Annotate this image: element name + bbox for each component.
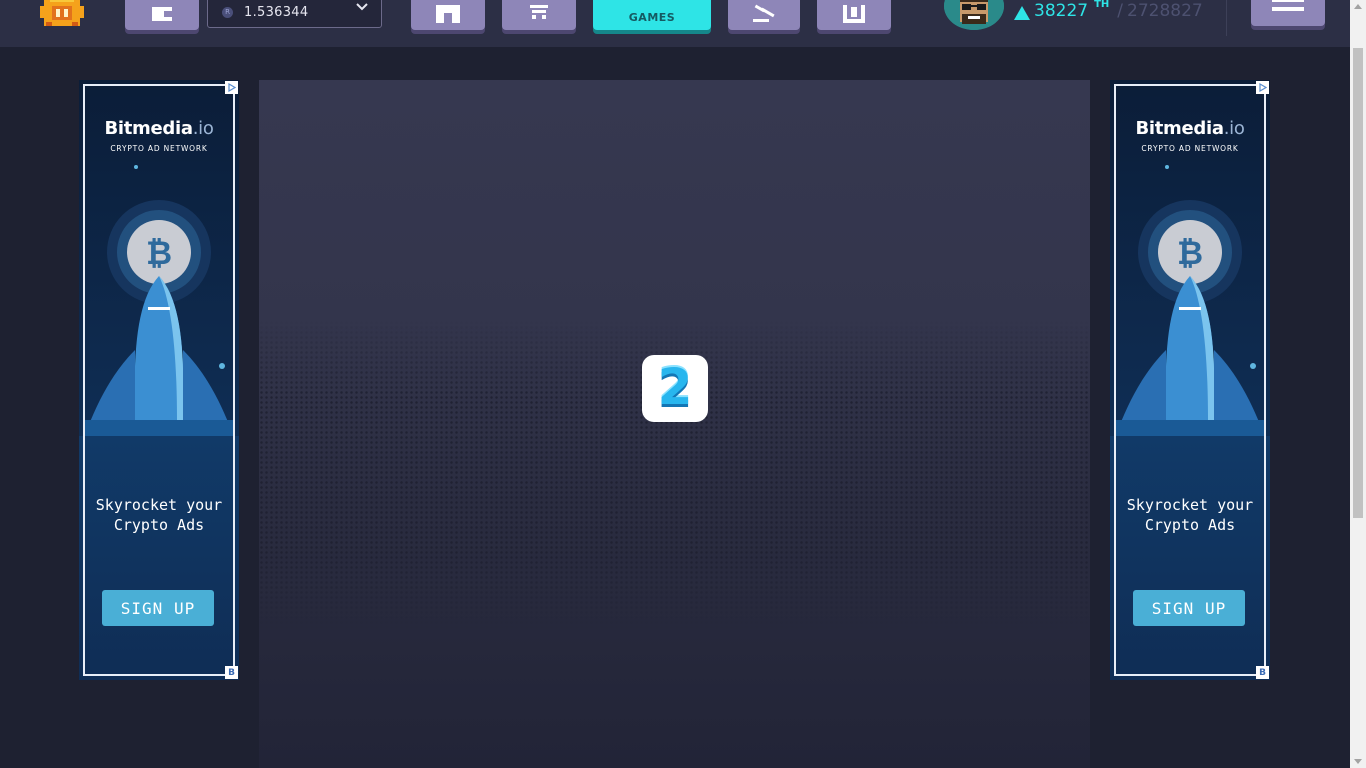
power-total: 2728827 [1127, 1, 1203, 21]
scroll-down-arrow-icon[interactable] [1354, 759, 1362, 764]
nav-home-button[interactable] [411, 0, 485, 30]
chevron-down-icon [356, 3, 368, 11]
ad-signup-button[interactable]: SIGN UP [102, 590, 214, 626]
ad-border [1114, 84, 1266, 676]
header-divider [1226, 0, 1227, 36]
left-ad-banner[interactable]: ₿ Bitmedia.io CRYPTO AD NETWORK Skyrocke… [79, 80, 239, 680]
cart-icon [530, 5, 548, 19]
top-header: R 1.536344 GAMES 38227 TH / 2728827 [0, 0, 1350, 47]
power-up-icon [1014, 6, 1030, 20]
rlt-coin-icon: R [222, 6, 233, 18]
countdown-badge: 2 [642, 355, 708, 422]
scroll-up-arrow-icon[interactable] [1354, 4, 1362, 9]
currency-balance-select[interactable]: R 1.536344 [207, 0, 382, 28]
ad-tagline: CRYPTO AD NETWORK [1141, 144, 1239, 153]
game-logo-icon[interactable] [38, 0, 86, 30]
hash-power-display: 38227 TH / 2728827 [1014, 0, 1203, 24]
countdown-number: 2 [657, 358, 693, 416]
nav-auction-button[interactable] [728, 0, 800, 30]
nav-games-button[interactable]: GAMES [593, 0, 711, 30]
ad-network-badge[interactable]: B [225, 666, 238, 679]
hamburger-menu-line [1272, 7, 1304, 11]
ad-headline: Skyrocket your Crypto Ads [95, 496, 223, 534]
storage-icon [843, 5, 865, 23]
ad-choices-icon[interactable] [1256, 81, 1269, 94]
power-unit: TH [1094, 0, 1110, 10]
right-ad-banner[interactable]: ₿ Bitmedia.io CRYPTO AD NETWORK Skyrocke… [1110, 80, 1270, 680]
balance-value: 1.536344 [244, 4, 309, 20]
gamepad-icon [652, 12, 653, 13]
user-avatar[interactable] [944, 0, 1004, 30]
ad-brand-logo: Bitmedia.io [104, 118, 214, 139]
game-canvas[interactable]: 2 [259, 80, 1090, 768]
nav-storage-button[interactable] [817, 0, 891, 30]
ad-headline: Skyrocket your Crypto Ads [1126, 496, 1254, 534]
wallet-icon [152, 7, 172, 21]
ad-signup-button[interactable]: SIGN UP [1133, 590, 1245, 626]
main-menu-button[interactable] [1251, 0, 1325, 26]
power-current: 38227 [1034, 1, 1089, 21]
ad-choices-icon[interactable] [225, 81, 238, 94]
home-icon [436, 5, 460, 23]
power-separator: / [1117, 1, 1124, 21]
ad-border [83, 84, 235, 676]
gavel-icon [753, 4, 775, 22]
ad-tagline: CRYPTO AD NETWORK [110, 144, 208, 153]
nav-market-button[interactable] [502, 0, 576, 30]
page-scrollbar[interactable] [1350, 0, 1366, 768]
scrollbar-thumb[interactable] [1353, 48, 1363, 518]
hamburger-menu-icon [1272, 0, 1304, 2]
ad-network-badge[interactable]: B [1256, 666, 1269, 679]
wallet-button[interactable] [125, 0, 199, 30]
ad-brand-logo: Bitmedia.io [1135, 118, 1245, 139]
